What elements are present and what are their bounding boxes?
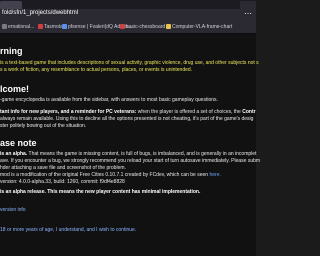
menu-dots-icon[interactable]: ⋯ [244, 9, 252, 18]
welcome-line-2-rest: when the player is offered a set of choi… [136, 109, 243, 115]
release-heading: ase note [0, 138, 37, 148]
bookmark-icon [62, 24, 67, 29]
release-line-1-bold: is an alpha. [0, 151, 28, 157]
tab-active[interactable] [0, 1, 22, 9]
bookmark-icon [120, 24, 125, 29]
bookmark-4[interactable]: Computer-VLA-frame-chart [166, 24, 232, 30]
page-content: rning is a text-based game that includes… [0, 34, 260, 256]
bookmarks-bar: ernational... Tasmota pfsense | Fvaleri(… [0, 23, 256, 34]
here-link[interactable]: here. [209, 172, 220, 178]
welcome-line-1: -game encyclopedia is available from the… [0, 97, 218, 103]
version-info-link[interactable]: version info [0, 207, 26, 213]
welcome-heading: lcome! [0, 84, 30, 94]
bookmark-1[interactable]: Tasmota [38, 24, 63, 30]
release-line-1-rest: That means the game is missing content, … [27, 151, 257, 157]
release-line-4: mod is a modification of the original Fr… [0, 172, 221, 178]
warning-line-2: s a work of fiction, any resemblance to … [0, 67, 193, 73]
welcome-line-2: tant info for new players, and a reminde… [0, 109, 256, 115]
url-bar[interactable]: fold/sfn/1_projects/dwebhtml ⋯ [0, 9, 256, 23]
bookmark-icon [2, 24, 7, 29]
warning-heading: rning [0, 46, 23, 56]
welcome-line-2-bold: tant info for new players, and a reminde… [0, 109, 137, 115]
tab-strip [0, 0, 256, 9]
welcome-line-3: always remain available. Using this to d… [0, 116, 254, 122]
bookmark-icon [38, 24, 43, 29]
welcome-line-2-end: Contr [242, 109, 256, 115]
bookmark-0[interactable]: ernational... [2, 24, 34, 30]
warning-line-1: is a text-based game that includes descr… [0, 60, 259, 66]
tab-other[interactable] [240, 1, 256, 9]
release-line-2: ave. If you encounter a bug, we strongly… [0, 158, 261, 164]
browser-chrome: fold/sfn/1_projects/dwebhtml ⋯ ernationa… [0, 0, 256, 34]
release-line-4-text: mod is a modification of the original Fr… [0, 172, 210, 178]
release-line-6: is an alpha release. This means the new … [0, 189, 201, 195]
release-line-3: hder attaching a save file and screensho… [0, 165, 126, 171]
bookmark-3[interactable]: basic-chessboard [120, 24, 165, 30]
consent-continue-link[interactable]: 18 or more years of age, I understand, a… [0, 227, 136, 233]
url-text[interactable]: fold/sfn/1_projects/dwebhtml [2, 10, 78, 16]
release-line-1: is an alpha. That means the game is miss… [0, 151, 256, 157]
welcome-line-4: ster politely bowing out of the situatio… [0, 123, 87, 129]
release-line-5: version: 4.0.0-alpha.33, build: 1260, co… [0, 179, 125, 185]
bookmark-icon [166, 24, 171, 29]
